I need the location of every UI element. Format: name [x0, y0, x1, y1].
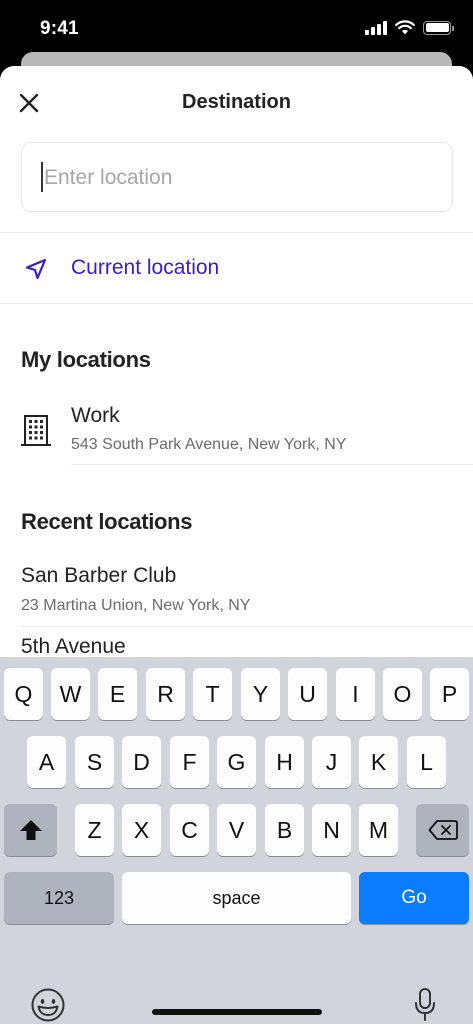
- my-locations-heading: My locations: [21, 347, 151, 372]
- divider: [0, 303, 473, 304]
- key-i[interactable]: I: [336, 668, 375, 720]
- key-x[interactable]: X: [122, 804, 161, 856]
- home-indicator: [152, 1009, 322, 1015]
- key-q[interactable]: Q: [4, 668, 43, 720]
- wifi-icon: [395, 20, 415, 35]
- battery-icon: [423, 20, 454, 35]
- key-j[interactable]: J: [312, 736, 351, 788]
- divider: [71, 464, 473, 465]
- key-l[interactable]: L: [407, 736, 446, 788]
- location-address: 23 Martina Union, New York, NY: [21, 597, 251, 614]
- key-o[interactable]: O: [383, 668, 422, 720]
- microphone-icon[interactable]: [413, 987, 437, 1023]
- key-b[interactable]: B: [265, 804, 304, 856]
- key-e[interactable]: E: [98, 668, 137, 720]
- status-bar: 9:41: [0, 0, 473, 54]
- sheet-header: Destination: [0, 66, 473, 140]
- key-n[interactable]: N: [312, 804, 351, 856]
- key-a[interactable]: A: [27, 736, 66, 788]
- recent-location-item[interactable]: San Barber Club 23 Martina Union, New Yo…: [0, 556, 473, 626]
- location-name: 5th Avenue: [21, 635, 126, 658]
- key-g[interactable]: G: [217, 736, 256, 788]
- space-key[interactable]: space: [122, 872, 351, 924]
- backspace-icon: [428, 820, 458, 840]
- current-location-label: Current location: [71, 256, 220, 279]
- location-address: 543 South Park Avenue, New York, NY: [71, 436, 347, 453]
- key-w[interactable]: W: [51, 668, 90, 720]
- numbers-key[interactable]: 123: [4, 872, 114, 924]
- status-time: 9:41: [40, 18, 79, 39]
- key-u[interactable]: U: [288, 668, 327, 720]
- text-caret: [41, 162, 43, 192]
- key-k[interactable]: K: [359, 736, 398, 788]
- backspace-key[interactable]: [416, 804, 469, 856]
- device-screen: 9:41 Destination Enter location Current …: [0, 0, 473, 1024]
- search-input[interactable]: [42, 161, 432, 195]
- key-s[interactable]: S: [75, 736, 114, 788]
- key-y[interactable]: Y: [241, 668, 280, 720]
- key-c[interactable]: C: [170, 804, 209, 856]
- location-name: San Barber Club: [21, 564, 177, 587]
- key-t[interactable]: T: [193, 668, 232, 720]
- onscreen-keyboard: Q W E R T Y U I O P A S D F G H J K L Z …: [0, 657, 473, 1024]
- location-item-work[interactable]: Work 543 South Park Avenue, New York, NY: [0, 396, 473, 464]
- key-d[interactable]: D: [122, 736, 161, 788]
- search-field[interactable]: [21, 142, 453, 212]
- emoji-icon[interactable]: [30, 987, 66, 1023]
- current-location-button[interactable]: Current location: [0, 233, 473, 303]
- key-p[interactable]: P: [430, 668, 469, 720]
- key-z[interactable]: Z: [75, 804, 114, 856]
- page-title: Destination: [182, 91, 291, 113]
- go-key[interactable]: Go: [359, 872, 469, 924]
- status-icons: [365, 20, 454, 35]
- key-f[interactable]: F: [170, 736, 209, 788]
- shift-key[interactable]: [4, 804, 57, 856]
- key-h[interactable]: H: [265, 736, 304, 788]
- key-v[interactable]: V: [217, 804, 256, 856]
- recent-locations-heading: Recent locations: [21, 509, 193, 534]
- location-name: Work: [71, 404, 120, 427]
- key-r[interactable]: R: [146, 668, 185, 720]
- building-icon: [21, 415, 51, 446]
- key-m[interactable]: M: [359, 804, 398, 856]
- cellular-signal-icon: [365, 20, 387, 35]
- navigation-arrow-icon: [25, 258, 47, 280]
- shift-icon: [19, 820, 42, 840]
